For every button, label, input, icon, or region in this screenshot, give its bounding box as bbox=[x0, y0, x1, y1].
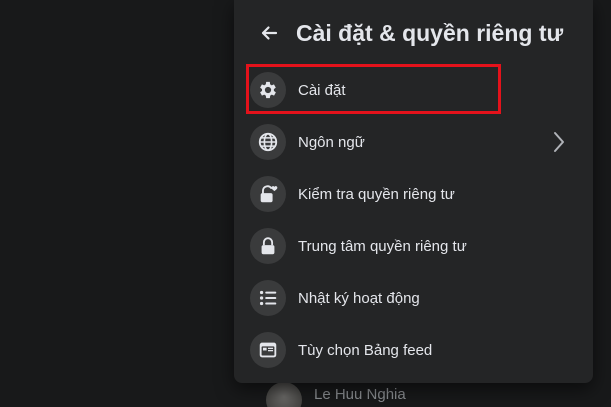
feed-icon-wrap bbox=[250, 332, 286, 368]
gear-icon-wrap bbox=[250, 72, 286, 108]
list-icon bbox=[257, 287, 279, 309]
menu-header: Cài đặt & quyền riêng tư bbox=[234, 12, 593, 58]
lock-heart-icon bbox=[257, 183, 279, 205]
menu-item-language[interactable]: Ngôn ngữ bbox=[242, 116, 585, 168]
menu-item-settings[interactable]: Cài đặt bbox=[242, 64, 585, 116]
gear-icon bbox=[257, 79, 279, 101]
screen: Le Huu Nghia Cài đặt & quyền riêng tư Cà… bbox=[0, 0, 611, 407]
contact-name: Le Huu Nghia bbox=[314, 386, 406, 403]
back-arrow-icon bbox=[259, 23, 279, 43]
menu-item-privacy-checkup[interactable]: Kiểm tra quyền riêng tư bbox=[242, 168, 585, 220]
feed-icon bbox=[257, 339, 279, 361]
menu-item-activity-log[interactable]: Nhật ký hoạt động bbox=[242, 272, 585, 324]
menu-item-feed-preferences[interactable]: Tùy chọn Bảng feed bbox=[242, 324, 585, 376]
menu-item-label: Trung tâm quyền riêng tư bbox=[298, 237, 467, 255]
page-title: Cài đặt & quyền riêng tư bbox=[296, 20, 564, 46]
menu-item-label: Tùy chọn Bảng feed bbox=[298, 341, 433, 359]
menu-item-label: Ngôn ngữ bbox=[298, 133, 365, 151]
chevron-right-icon bbox=[547, 130, 571, 154]
avatar bbox=[266, 381, 302, 407]
lock-icon bbox=[257, 235, 279, 257]
globe-icon bbox=[257, 131, 279, 153]
list-icon-wrap bbox=[250, 280, 286, 316]
menu-item-label: Nhật ký hoạt động bbox=[298, 289, 420, 307]
back-button[interactable] bbox=[252, 16, 286, 50]
menu-item-label: Kiểm tra quyền riêng tư bbox=[298, 185, 455, 203]
lock-icon-wrap bbox=[250, 228, 286, 264]
menu-list: Cài đặt Ngôn ngữ Kiểm tra quyền riêng tư… bbox=[242, 64, 585, 376]
settings-privacy-menu: Cài đặt & quyền riêng tư Cài đặt Ngôn ng… bbox=[234, 0, 593, 383]
globe-icon-wrap bbox=[250, 124, 286, 160]
menu-item-privacy-center[interactable]: Trung tâm quyền riêng tư bbox=[242, 220, 585, 272]
menu-item-label: Cài đặt bbox=[298, 81, 346, 99]
lock-heart-icon-wrap bbox=[250, 176, 286, 212]
